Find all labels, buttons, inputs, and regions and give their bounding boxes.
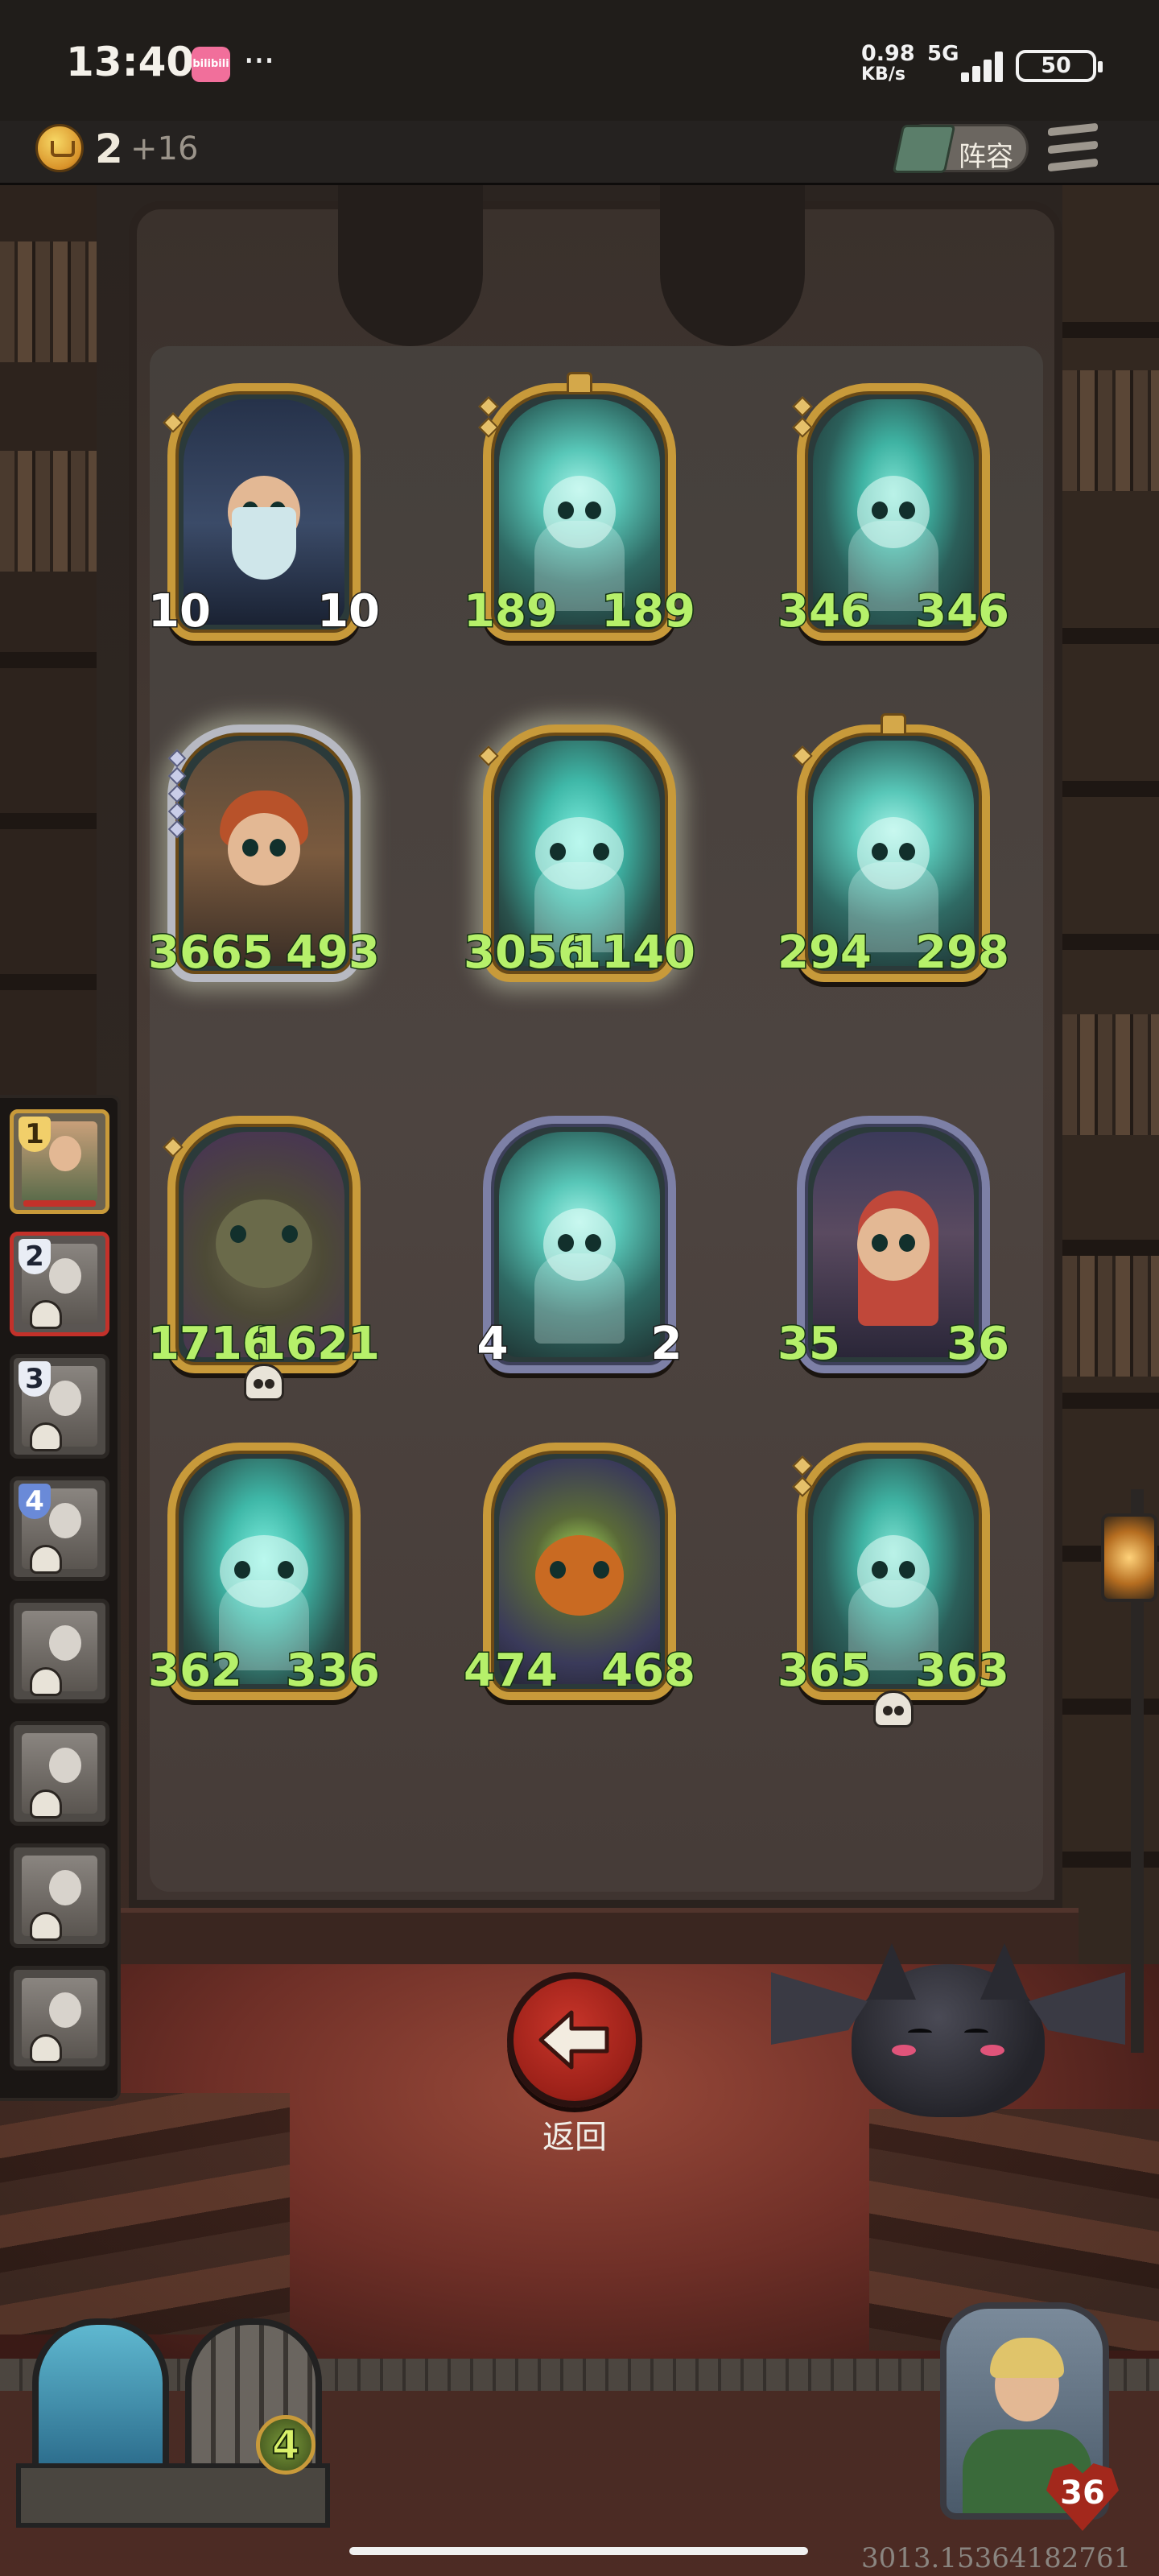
signal-icon (958, 48, 1011, 82)
crown-icon (881, 713, 906, 736)
roster-button[interactable]: 阵容 (892, 124, 1029, 173)
lamp-icon (1101, 1513, 1157, 1602)
skull-icon (873, 1690, 914, 1728)
unit-health: 36 (946, 1317, 1011, 1372)
unit-health: 346 (914, 584, 1011, 639)
clock: 13:40 (66, 39, 195, 85)
unit-health: 10 (316, 584, 382, 639)
cabinet-arch (338, 185, 483, 346)
bilibili-icon: bilibili (192, 47, 230, 82)
unit-attack: 3665 (147, 926, 275, 980)
unit-health: 493 (285, 926, 382, 980)
unit-card[interactable]: 346 346 (777, 383, 1010, 641)
book-icon (892, 125, 956, 173)
network-speed-value: 0.98 (861, 41, 915, 66)
tower-count: 4 (256, 2415, 316, 2475)
round-item[interactable]: 2 (10, 1232, 109, 1336)
bookshelf-books (1062, 370, 1159, 491)
hero-health: 36 (1060, 2475, 1105, 2512)
unit-card[interactable]: 3665 493 (147, 724, 381, 982)
roster-label: 阵容 (959, 141, 1013, 173)
unit-health: 468 (600, 1644, 697, 1699)
unit-card[interactable]: 1716 1621 (147, 1116, 381, 1401)
gold-coin-icon (35, 124, 84, 172)
unit-health: 2 (637, 1315, 695, 1373)
round-item[interactable]: 4 (10, 1476, 109, 1581)
status-bar: 13:40 bilibili ··· 0.98 KB/s 5G 50 (0, 0, 1159, 121)
round-item[interactable] (10, 1966, 109, 2070)
battery-level: 50 (1041, 53, 1071, 78)
battery-icon: 50 (1016, 50, 1103, 82)
unit-card[interactable]: 4 2 (467, 1116, 692, 1373)
gold-amount: 2 (95, 126, 123, 172)
unit-health: 1140 (569, 926, 697, 980)
unit-attack: 4 (464, 1315, 522, 1373)
unit-attack: 346 (777, 584, 873, 639)
skull-icon (30, 1912, 62, 1941)
unit-card[interactable]: 365 363 (777, 1443, 1010, 1728)
home-indicator[interactable] (349, 2547, 808, 2555)
unit-health: 1621 (254, 1317, 382, 1372)
back-label: 返回 (542, 2119, 607, 2156)
round-item[interactable] (10, 1843, 109, 1948)
network-speed: 0.98 KB/s (861, 43, 915, 85)
unit-card[interactable]: 35 36 (777, 1116, 1010, 1373)
menu-button[interactable] (1048, 122, 1098, 172)
unit-attack: 189 (463, 584, 559, 639)
unit-attack: 474 (463, 1644, 559, 1699)
rank-gems (167, 747, 188, 840)
skull-icon (30, 1300, 62, 1329)
round-item[interactable] (10, 1599, 109, 1703)
bookshelf-books (0, 451, 97, 572)
unit-card[interactable]: 294 298 (777, 713, 1010, 982)
skull-icon (30, 2034, 62, 2063)
pet-blob[interactable] (852, 1943, 1125, 2117)
back-button[interactable] (507, 1972, 642, 2107)
watermark: 3013.15364182761 (861, 2542, 1132, 2574)
unit-health: 363 (914, 1644, 1011, 1699)
skull-icon (244, 1364, 284, 1401)
unit-attack: 35 (777, 1317, 842, 1372)
cabinet-arch (660, 185, 805, 346)
unit-attack: 10 (147, 584, 212, 639)
unit-health: 189 (600, 584, 697, 639)
unit-attack: 365 (777, 1644, 873, 1699)
arrow-left-icon (538, 2010, 609, 2070)
unit-card[interactable]: 189 189 (463, 372, 696, 641)
unit-card[interactable]: 3056 1140 (463, 724, 696, 982)
bookshelf-books (1062, 1014, 1159, 1135)
round-item[interactable] (10, 1721, 109, 1826)
skull-icon (30, 1667, 62, 1696)
unit-health: 298 (914, 926, 1011, 980)
cabinet-ledge (113, 1908, 1079, 1964)
round-item[interactable]: 3 (10, 1354, 109, 1459)
skull-icon (30, 1422, 62, 1451)
bookshelf-books (0, 242, 97, 362)
unit-card[interactable]: 362 336 (147, 1443, 381, 1700)
network-type: 5G (927, 42, 959, 66)
more-icon: ··· (243, 39, 275, 82)
unit-card[interactable]: 474 468 (463, 1443, 696, 1700)
crown-icon (567, 372, 592, 394)
unit-card[interactable]: 10 10 (147, 383, 381, 641)
unit-attack: 362 (147, 1644, 244, 1699)
round-history: 1 2 3 4 (0, 1095, 121, 2101)
round-item[interactable]: 1 (10, 1109, 109, 1214)
app-badge-label: bilibili (192, 58, 229, 70)
network-speed-unit: KB/s (861, 64, 905, 85)
gold-income: +16 (130, 130, 199, 167)
unit-attack: 294 (777, 926, 873, 980)
floor-books (0, 2093, 290, 2334)
skull-icon (30, 1790, 62, 1818)
crystal-tower-icon[interactable] (32, 2318, 169, 2479)
bookshelf-books (1062, 1256, 1159, 1377)
unit-health: 336 (285, 1644, 382, 1699)
skull-icon (30, 1545, 62, 1574)
